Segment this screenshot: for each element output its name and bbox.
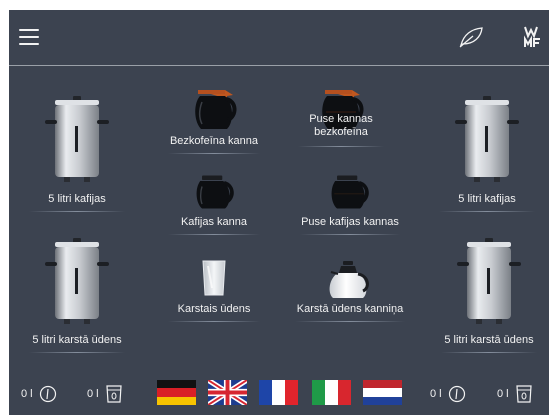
tile-underline [295, 321, 405, 322]
flag-dutch[interactable] [363, 380, 402, 405]
glass-icon [202, 260, 226, 296]
counter-value: 0 l [87, 388, 99, 400]
urn-icon [45, 238, 109, 324]
urn-icon [455, 96, 519, 182]
tile-decaf-jug[interactable]: Bezkofeīna kanna [159, 86, 269, 166]
flag-german[interactable] [157, 380, 196, 405]
urn-icon [45, 96, 109, 182]
coffee-jug-icon [331, 175, 369, 209]
tile-underline [298, 146, 384, 147]
tile-right-hot-water-urn[interactable]: 5 litri karstā ūdens [433, 238, 545, 358]
tile-label: 5 litri kafijas [48, 193, 106, 205]
tile-label: Puse kafijas kannas [301, 216, 399, 228]
counter-right-2[interactable]: 0 l [497, 383, 533, 405]
tile-label: 5 litri karstā ūdens [444, 334, 534, 346]
tile-left-coffee-urn[interactable]: 5 litri kafijas [23, 96, 131, 216]
counter-left-2[interactable]: 0 l [87, 383, 123, 405]
tile-label: 5 litri kafijas [458, 193, 516, 205]
machine-screen: 5 litri kafijas 5 litri karstā ūdens 5 l… [9, 10, 549, 415]
coffee-jug-decaf-icon [195, 90, 237, 129]
urn-icon [457, 238, 521, 324]
counter-value: 0 l [497, 388, 509, 400]
tile-right-coffee-urn[interactable]: 5 litri kafijas [433, 96, 541, 216]
tile-water-glass[interactable]: Karstais ūdens [159, 258, 269, 332]
header-divider [9, 65, 549, 66]
tile-underline [168, 234, 260, 235]
tile-underline [441, 352, 537, 353]
flag-english[interactable] [208, 380, 247, 405]
tile-underline [439, 211, 535, 212]
coffee-jug-icon [196, 175, 234, 209]
tile-label: Karstā ūdens kanniņa [296, 303, 404, 315]
tile-half-decaf-jug[interactable]: Puse kannas bezkofeīna [291, 86, 391, 166]
tile-label: Kafijas kanna [180, 216, 248, 228]
wmf-logo [524, 26, 540, 47]
counter-value: 0 l [430, 388, 442, 400]
tile-underline [29, 352, 125, 353]
tile-label-line-2: bezkofeīna [314, 126, 368, 138]
tile-underline [168, 153, 260, 154]
power-icon [39, 385, 56, 403]
power-icon [448, 385, 465, 403]
leaf-icon[interactable] [458, 26, 484, 48]
tile-coffee-jug[interactable]: Kafijas kanna [159, 173, 269, 247]
flag-italian[interactable] [312, 380, 351, 405]
tile-half-coffee-jug[interactable]: Puse kafijas kannas [291, 173, 409, 247]
tile-label-line-1: Puse kannas [309, 113, 373, 125]
tile-underline [29, 211, 125, 212]
tile-hot-water-jug[interactable]: Karstā ūdens kanniņa [287, 260, 413, 332]
tile-label: Karstais ūdens [177, 303, 251, 315]
container-icon [515, 385, 532, 403]
tile-left-hot-water-urn[interactable]: 5 litri karstā ūdens [23, 238, 131, 358]
tile-underline [300, 234, 400, 235]
container-icon [105, 385, 122, 403]
tile-underline [168, 321, 260, 322]
counter-left-1[interactable]: 0 l [21, 383, 57, 405]
hamburger-menu-icon[interactable] [19, 29, 39, 45]
tile-label: 5 litri karstā ūdens [32, 334, 122, 346]
counter-value: 0 l [21, 388, 33, 400]
tile-label: Bezkofeīna kanna [169, 135, 259, 147]
water-jug-icon [329, 261, 369, 298]
flag-french[interactable] [259, 380, 298, 405]
top-bar [9, 10, 549, 66]
counter-right-1[interactable]: 0 l [430, 383, 466, 405]
